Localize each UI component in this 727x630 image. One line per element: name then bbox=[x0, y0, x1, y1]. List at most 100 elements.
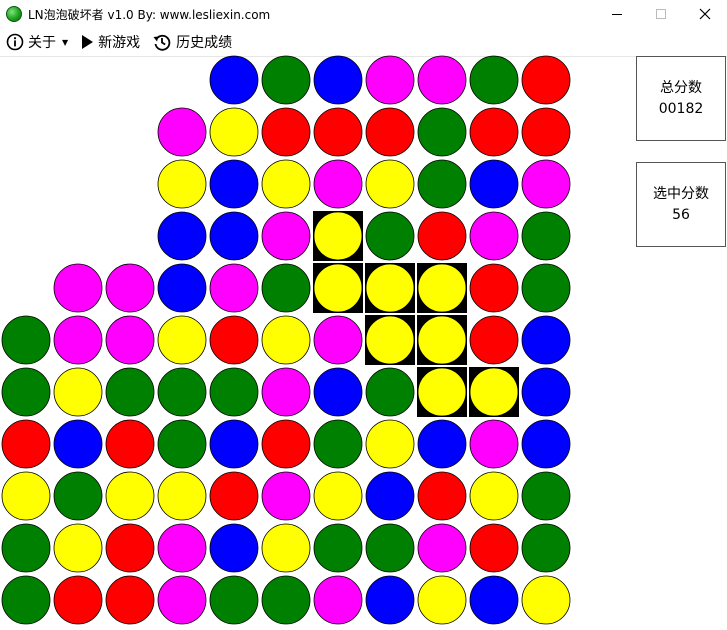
bubble[interactable] bbox=[417, 211, 467, 261]
bubble[interactable] bbox=[157, 367, 207, 417]
bubble-selected[interactable] bbox=[313, 263, 363, 313]
bubble[interactable] bbox=[209, 315, 259, 365]
bubble[interactable] bbox=[417, 107, 467, 157]
bubble[interactable] bbox=[105, 419, 155, 469]
bubble[interactable] bbox=[157, 575, 207, 625]
bubble[interactable] bbox=[261, 55, 311, 105]
bubble[interactable] bbox=[521, 211, 571, 261]
bubble-selected[interactable] bbox=[365, 263, 415, 313]
bubble[interactable] bbox=[365, 419, 415, 469]
bubble-selected[interactable] bbox=[417, 263, 467, 313]
bubble[interactable] bbox=[365, 159, 415, 209]
bubble[interactable] bbox=[521, 523, 571, 573]
bubble[interactable] bbox=[313, 367, 363, 417]
minimize-button[interactable] bbox=[595, 0, 639, 28]
bubble[interactable] bbox=[365, 55, 415, 105]
bubble[interactable] bbox=[209, 367, 259, 417]
bubble[interactable] bbox=[313, 315, 363, 365]
bubble[interactable] bbox=[417, 55, 467, 105]
bubble[interactable] bbox=[521, 471, 571, 521]
bubble-board[interactable] bbox=[0, 54, 572, 626]
bubble-selected[interactable] bbox=[469, 367, 519, 417]
bubble[interactable] bbox=[469, 419, 519, 469]
bubble[interactable] bbox=[53, 523, 103, 573]
bubble[interactable] bbox=[261, 419, 311, 469]
bubble[interactable] bbox=[1, 523, 51, 573]
bubble[interactable] bbox=[521, 159, 571, 209]
bubble[interactable] bbox=[157, 419, 207, 469]
bubble[interactable] bbox=[157, 471, 207, 521]
bubble[interactable] bbox=[469, 523, 519, 573]
history-button[interactable]: 历史成绩 bbox=[152, 28, 232, 56]
bubble[interactable] bbox=[209, 159, 259, 209]
bubble[interactable] bbox=[261, 523, 311, 573]
bubble[interactable] bbox=[469, 315, 519, 365]
bubble[interactable] bbox=[469, 211, 519, 261]
bubble[interactable] bbox=[521, 107, 571, 157]
bubble[interactable] bbox=[261, 159, 311, 209]
bubble[interactable] bbox=[157, 315, 207, 365]
bubble-selected[interactable] bbox=[417, 367, 467, 417]
bubble[interactable] bbox=[417, 575, 467, 625]
bubble[interactable] bbox=[53, 419, 103, 469]
bubble[interactable] bbox=[105, 471, 155, 521]
bubble[interactable] bbox=[105, 263, 155, 313]
bubble[interactable] bbox=[521, 367, 571, 417]
bubble[interactable] bbox=[1, 315, 51, 365]
bubble[interactable] bbox=[157, 159, 207, 209]
bubble[interactable] bbox=[261, 107, 311, 157]
bubble[interactable] bbox=[157, 523, 207, 573]
bubble[interactable] bbox=[105, 315, 155, 365]
bubble[interactable] bbox=[157, 211, 207, 261]
bubble[interactable] bbox=[1, 419, 51, 469]
bubble-selected[interactable] bbox=[313, 211, 363, 261]
bubble[interactable] bbox=[1, 575, 51, 625]
bubble[interactable] bbox=[261, 315, 311, 365]
bubble[interactable] bbox=[209, 107, 259, 157]
bubble[interactable] bbox=[261, 575, 311, 625]
about-menu[interactable]: 关于 ▼ bbox=[6, 28, 68, 56]
bubble[interactable] bbox=[261, 367, 311, 417]
bubble-selected[interactable] bbox=[365, 315, 415, 365]
bubble[interactable] bbox=[209, 211, 259, 261]
bubble[interactable] bbox=[313, 159, 363, 209]
bubble[interactable] bbox=[261, 211, 311, 261]
bubble[interactable] bbox=[1, 471, 51, 521]
bubble[interactable] bbox=[469, 55, 519, 105]
bubble[interactable] bbox=[1, 367, 51, 417]
bubble[interactable] bbox=[469, 263, 519, 313]
bubble[interactable] bbox=[53, 315, 103, 365]
bubble[interactable] bbox=[105, 523, 155, 573]
bubble[interactable] bbox=[313, 575, 363, 625]
bubble[interactable] bbox=[313, 419, 363, 469]
bubble[interactable] bbox=[417, 159, 467, 209]
bubble[interactable] bbox=[521, 263, 571, 313]
bubble[interactable] bbox=[521, 419, 571, 469]
bubble[interactable] bbox=[469, 471, 519, 521]
bubble[interactable] bbox=[365, 471, 415, 521]
bubble[interactable] bbox=[313, 523, 363, 573]
bubble[interactable] bbox=[469, 575, 519, 625]
bubble[interactable] bbox=[469, 107, 519, 157]
bubble[interactable] bbox=[313, 107, 363, 157]
bubble[interactable] bbox=[417, 523, 467, 573]
bubble[interactable] bbox=[53, 575, 103, 625]
bubble[interactable] bbox=[313, 55, 363, 105]
bubble[interactable] bbox=[209, 471, 259, 521]
bubble[interactable] bbox=[365, 107, 415, 157]
bubble[interactable] bbox=[105, 575, 155, 625]
bubble[interactable] bbox=[521, 55, 571, 105]
bubble[interactable] bbox=[53, 263, 103, 313]
bubble[interactable] bbox=[209, 263, 259, 313]
bubble[interactable] bbox=[521, 315, 571, 365]
bubble[interactable] bbox=[209, 55, 259, 105]
bubble-selected[interactable] bbox=[417, 315, 467, 365]
bubble[interactable] bbox=[53, 471, 103, 521]
bubble[interactable] bbox=[365, 575, 415, 625]
bubble[interactable] bbox=[417, 471, 467, 521]
bubble[interactable] bbox=[365, 211, 415, 261]
bubble[interactable] bbox=[365, 367, 415, 417]
bubble[interactable] bbox=[209, 575, 259, 625]
bubble[interactable] bbox=[53, 367, 103, 417]
bubble[interactable] bbox=[157, 107, 207, 157]
